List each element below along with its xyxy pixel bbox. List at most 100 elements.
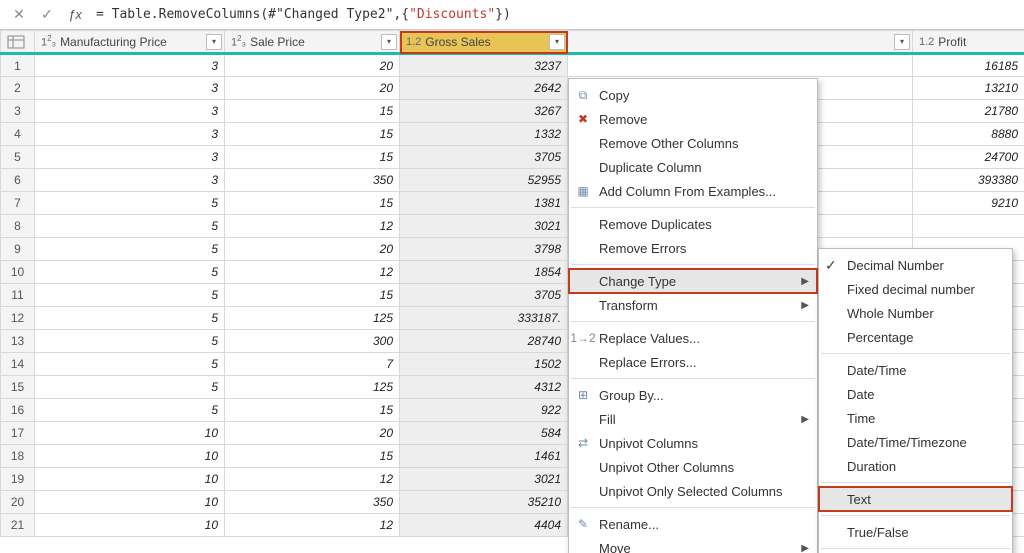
table-row[interactable]: 3315326721780 — [1, 100, 1024, 123]
menu-fill[interactable]: Fill▶ — [569, 407, 817, 431]
table-row[interactable]: 6335052955393380 — [1, 169, 1024, 192]
row-number[interactable]: 9 — [1, 238, 35, 261]
type-time[interactable]: Time — [819, 406, 1012, 430]
cell-manufacturing[interactable]: 10 — [35, 491, 225, 514]
menu-rename[interactable]: ✎Rename... — [569, 512, 817, 536]
col-header-profit[interactable]: 1.2 Profit — [913, 31, 1024, 54]
type-percentage[interactable]: Percentage — [819, 325, 1012, 349]
cell-manufacturing[interactable]: 3 — [35, 123, 225, 146]
cell-manufacturing[interactable]: 10 — [35, 445, 225, 468]
cell-sale[interactable]: 20 — [225, 238, 400, 261]
cell-manufacturing[interactable]: 5 — [35, 238, 225, 261]
col-header-sale[interactable]: 12₃ Sale Price ▾ — [225, 31, 400, 54]
cell-sale[interactable]: 12 — [225, 261, 400, 284]
cell-manufacturing[interactable]: 10 — [35, 514, 225, 537]
cell-sale[interactable]: 350 — [225, 169, 400, 192]
menu-remove[interactable]: ✖Remove — [569, 107, 817, 131]
menu-copy[interactable]: ⧉Copy — [569, 83, 817, 107]
cell-sale[interactable]: 15 — [225, 445, 400, 468]
cell-sale[interactable]: 15 — [225, 284, 400, 307]
cell-gross[interactable]: 1332 — [400, 123, 568, 146]
cell-manufacturing[interactable]: 3 — [35, 77, 225, 100]
type-whole[interactable]: Whole Number — [819, 301, 1012, 325]
menu-change-type[interactable]: Change Type▶ — [569, 269, 817, 293]
cell-gross[interactable]: 3798 — [400, 238, 568, 261]
cell-sale[interactable]: 12 — [225, 514, 400, 537]
cell-manufacturing[interactable]: 5 — [35, 284, 225, 307]
cell-gross[interactable]: 1854 — [400, 261, 568, 284]
type-truefalse[interactable]: True/False — [819, 520, 1012, 544]
cell-manufacturing[interactable]: 3 — [35, 54, 225, 77]
cell-manufacturing[interactable]: 3 — [35, 169, 225, 192]
cell-manufacturing[interactable]: 5 — [35, 399, 225, 422]
cell-manufacturing[interactable]: 5 — [35, 353, 225, 376]
cell-gross[interactable]: 3021 — [400, 215, 568, 238]
filter-dropdown-icon[interactable]: ▾ — [549, 34, 565, 50]
row-number[interactable]: 13 — [1, 330, 35, 353]
formula-cancel-icon[interactable]: ✕ — [6, 3, 32, 27]
cell-manufacturing[interactable]: 3 — [35, 100, 225, 123]
row-number[interactable]: 3 — [1, 100, 35, 123]
col-header-gross[interactable]: 1.2 Gross Sales ▾ — [400, 31, 568, 54]
filter-dropdown-icon[interactable]: ▾ — [381, 34, 397, 50]
cell-sale[interactable]: 15 — [225, 100, 400, 123]
cell-profit[interactable]: 8880 — [913, 123, 1024, 146]
table-row[interactable]: 2320264213210 — [1, 77, 1024, 100]
filter-dropdown-icon[interactable]: ▾ — [206, 34, 222, 50]
cell-gross[interactable]: 3237 — [400, 54, 568, 77]
cell-manufacturing[interactable]: 5 — [35, 192, 225, 215]
row-number[interactable]: 20 — [1, 491, 35, 514]
cell-sale[interactable]: 20 — [225, 77, 400, 100]
cell-manufacturing[interactable]: 5 — [35, 215, 225, 238]
cell-gross[interactable]: 52955 — [400, 169, 568, 192]
cell-gross[interactable]: 2642 — [400, 77, 568, 100]
cell-sale[interactable]: 15 — [225, 123, 400, 146]
row-number[interactable]: 6 — [1, 169, 35, 192]
cell-gross[interactable]: 35210 — [400, 491, 568, 514]
row-number[interactable]: 7 — [1, 192, 35, 215]
cell-manufacturing[interactable]: 10 — [35, 468, 225, 491]
menu-duplicate[interactable]: Duplicate Column — [569, 155, 817, 179]
menu-unpivot-other[interactable]: Unpivot Other Columns — [569, 455, 817, 479]
cell-sale[interactable]: 125 — [225, 376, 400, 399]
menu-unpivot[interactable]: ⇄Unpivot Columns — [569, 431, 817, 455]
menu-replace-values[interactable]: 1→2Replace Values... — [569, 326, 817, 350]
table-row[interactable]: 1320323716185 — [1, 54, 1024, 77]
menu-remove-duplicates[interactable]: Remove Duplicates — [569, 212, 817, 236]
fx-icon[interactable]: ƒx — [62, 3, 88, 27]
menu-remove-errors[interactable]: Remove Errors — [569, 236, 817, 260]
col-header-manufacturing[interactable]: 12₃ Manufacturing Price ▾ — [35, 31, 225, 54]
cell-sale[interactable]: 20 — [225, 422, 400, 445]
cell-profit[interactable]: 16185 — [913, 54, 1024, 77]
cell-manufacturing[interactable]: 5 — [35, 261, 225, 284]
cell-sale[interactable]: 15 — [225, 146, 400, 169]
cell-gross[interactable]: 1461 — [400, 445, 568, 468]
cell-profit[interactable] — [913, 215, 1024, 238]
type-decimal[interactable]: ✓Decimal Number — [819, 253, 1012, 277]
row-number[interactable]: 11 — [1, 284, 35, 307]
menu-replace-errors[interactable]: Replace Errors... — [569, 350, 817, 374]
type-text[interactable]: Text — [819, 487, 1012, 511]
menu-add-examples[interactable]: ▦Add Column From Examples... — [569, 179, 817, 203]
cell-sale[interactable]: 125 — [225, 307, 400, 330]
col-header-hidden[interactable]: ▾ — [568, 31, 913, 54]
menu-unpivot-selected[interactable]: Unpivot Only Selected Columns — [569, 479, 817, 503]
row-number[interactable]: 4 — [1, 123, 35, 146]
cell-profit[interactable]: 13210 — [913, 77, 1024, 100]
table-row[interactable]: 751513819210 — [1, 192, 1024, 215]
type-datetime[interactable]: Date/Time — [819, 358, 1012, 382]
table-row[interactable]: 85123021 — [1, 215, 1024, 238]
cell-sale[interactable]: 300 — [225, 330, 400, 353]
cell-profit[interactable]: 9210 — [913, 192, 1024, 215]
cell-manufacturing[interactable]: 3 — [35, 146, 225, 169]
cell-manufacturing[interactable]: 5 — [35, 330, 225, 353]
row-number[interactable]: 12 — [1, 307, 35, 330]
row-number[interactable]: 21 — [1, 514, 35, 537]
cell-profit[interactable]: 24700 — [913, 146, 1024, 169]
cell-sale[interactable]: 350 — [225, 491, 400, 514]
menu-transform[interactable]: Transform▶ — [569, 293, 817, 317]
row-number[interactable]: 15 — [1, 376, 35, 399]
cell-gross[interactable]: 3705 — [400, 284, 568, 307]
cell-manufacturing[interactable]: 5 — [35, 376, 225, 399]
cell-gross[interactable]: 1502 — [400, 353, 568, 376]
